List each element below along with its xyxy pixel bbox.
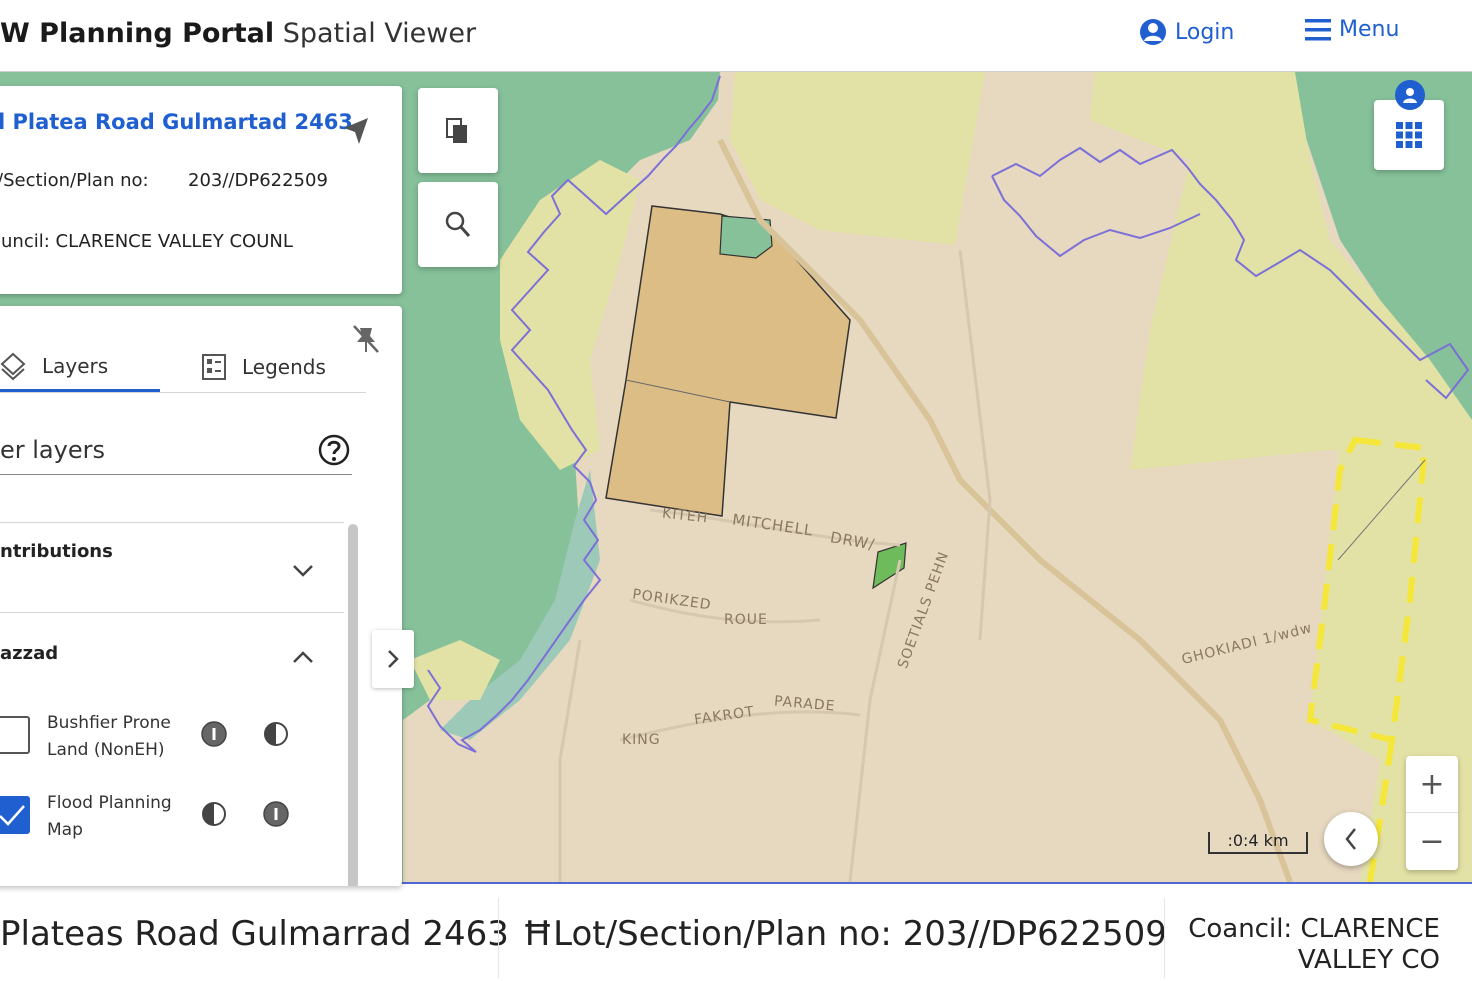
check-icon — [0, 805, 25, 826]
chevron-right-icon — [388, 650, 399, 668]
login-button[interactable]: Login — [1139, 17, 1234, 47]
tab-legends-label: Legends — [242, 355, 326, 379]
copy-icon — [446, 117, 467, 143]
layers-panel: Layers Legends er layers ntributions azz… — [0, 306, 402, 886]
copy-button[interactable] — [418, 88, 498, 173]
back-button[interactable] — [1324, 812, 1378, 866]
road-minor-5 — [848, 559, 902, 882]
flood-checkbox[interactable] — [0, 796, 30, 834]
legend-icon — [202, 354, 226, 380]
section-contributions[interactable]: ntributions — [0, 522, 344, 612]
layer-item-bushfire: Bushfier Prone Land (NonEH) — [0, 710, 330, 770]
apps-button[interactable] — [1374, 100, 1444, 170]
info-icon[interactable] — [262, 800, 290, 832]
filter-layers-input[interactable]: er layers — [0, 436, 105, 464]
app-header: W Planning Portal Spatial Viewer Login M… — [0, 0, 1472, 72]
search-button[interactable] — [418, 182, 498, 267]
property-info-card: ’l Platea Road Gulmartad 2463 t/Section/… — [0, 86, 402, 294]
tab-legends[interactable]: Legends — [202, 342, 326, 392]
user-icon — [1403, 88, 1417, 103]
section-title: ntributions — [0, 541, 113, 562]
chevron-left-icon — [1345, 828, 1356, 850]
panel-scrollbar[interactable] — [348, 524, 358, 886]
footer-council-line2: VALLEY CO — [1297, 945, 1440, 975]
tab-divider — [0, 392, 366, 393]
tab-layers-label: Layers — [42, 353, 109, 378]
unpin-icon[interactable] — [352, 324, 380, 358]
hamburger-icon — [1305, 18, 1331, 40]
zoom-in-button[interactable]: + — [1406, 756, 1458, 813]
zoom-out-button[interactable]: − — [1406, 813, 1458, 870]
layer-item-flood: Flood Planning Map — [0, 790, 330, 850]
parcel-green-lot — [872, 542, 907, 590]
login-label: Login — [1175, 19, 1235, 45]
layer-label: Flood Planning Map — [47, 793, 172, 840]
account-badge[interactable] — [1395, 80, 1425, 110]
road-minor-6 — [558, 639, 582, 882]
layers-icon — [0, 352, 26, 380]
council-row: ouncil: CLARENCE VALLEY COUNL — [0, 231, 293, 252]
chevron-up-icon[interactable] — [292, 649, 314, 668]
search-icon — [445, 211, 471, 237]
opacity-icon[interactable] — [200, 800, 228, 832]
footer-council-line1: Coancil: CLARENCE — [1188, 914, 1440, 944]
app-title-thin: Spatial Viewer — [282, 18, 477, 49]
road-minor-4 — [958, 249, 992, 641]
app-title: W Planning Portal Spatial Viewer — [0, 18, 476, 49]
chevron-down-icon[interactable] — [292, 563, 314, 582]
street-label: KING — [622, 732, 661, 748]
footer-council: Coancil: CLARENCE VALLEY CO — [1160, 914, 1440, 976]
navigate-icon[interactable] — [342, 116, 370, 150]
menu-button[interactable]: Menu — [1305, 17, 1399, 42]
yellow-zone-north — [730, 72, 985, 245]
info-icon[interactable] — [200, 720, 228, 752]
section-title: azzad — [0, 643, 59, 664]
opacity-icon[interactable] — [262, 720, 290, 752]
user-icon — [1140, 19, 1166, 45]
bushfire-checkbox[interactable] — [0, 716, 30, 754]
zoom-control: + − — [1406, 756, 1458, 870]
lot-value: 203//DP622509 — [188, 170, 328, 191]
filter-underline — [0, 474, 352, 475]
footer-divider — [498, 898, 499, 978]
collapse-panel-button[interactable] — [372, 630, 414, 688]
tab-layers[interactable]: Layers — [0, 342, 160, 392]
boundary-line-north — [991, 175, 1201, 258]
lot-row: t/Section/Plan no: 203//DP622509 — [0, 170, 328, 191]
app-title-bold: W Planning Portal — [0, 18, 275, 49]
street-label: ROUE — [724, 612, 768, 628]
grid-icon — [1396, 122, 1422, 148]
lot-label: t/Section/Plan no: — [0, 170, 149, 191]
property-address[interactable]: ’l Platea Road Gulmartad 2463 — [0, 110, 353, 134]
layer-label: Bushfier Prone Land (NonEH) — [47, 713, 171, 760]
footer-lot: ĦLot/Section/Plan no: 203//DP622509 — [522, 914, 1167, 954]
menu-label: Menu — [1339, 17, 1400, 42]
footer-info-bar: Plateas Road Gulmarrad 2463 ĦLot/Section… — [0, 882, 1472, 981]
scale-bar: :0:4 km — [1208, 832, 1308, 854]
help-icon[interactable] — [318, 434, 350, 470]
footer-address: Plateas Road Gulmarrad 2463 — [0, 914, 509, 954]
